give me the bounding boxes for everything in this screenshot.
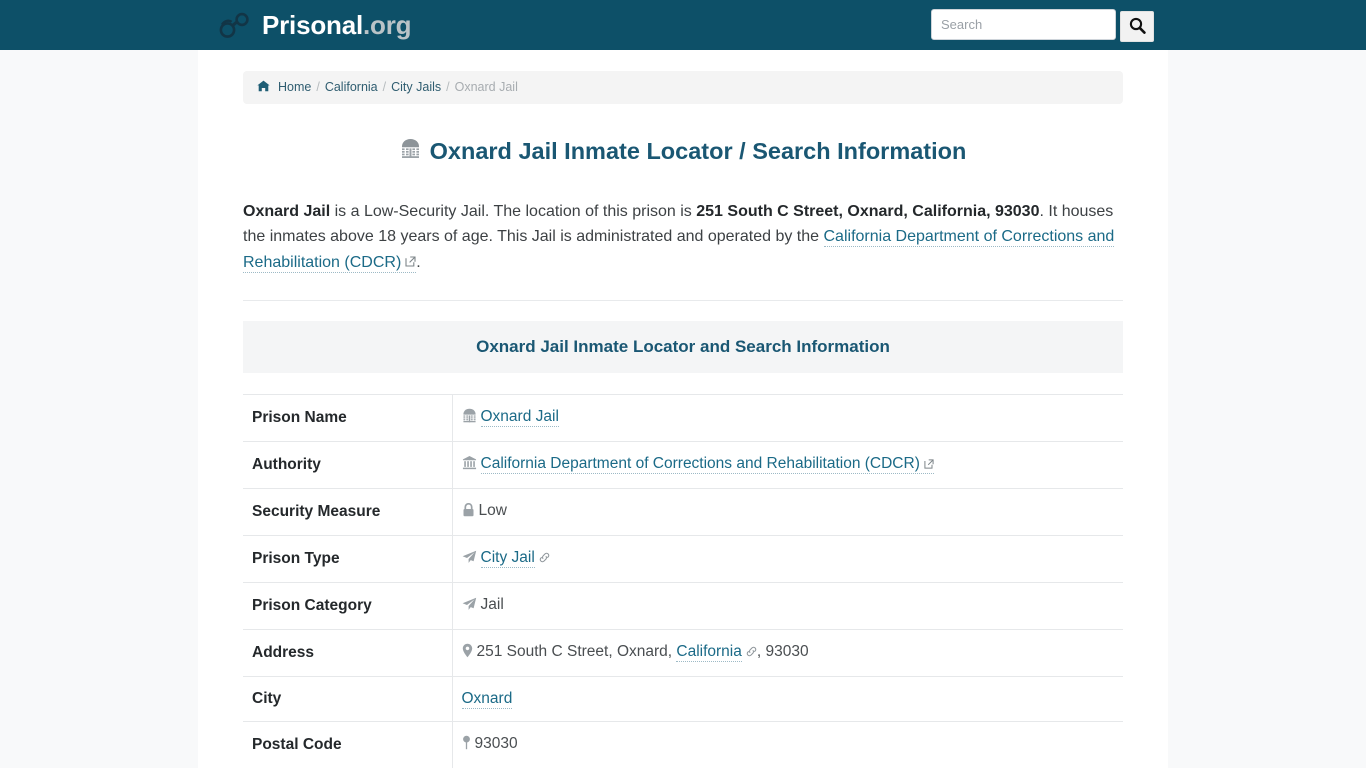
link-icon (539, 550, 550, 568)
row-value: Oxnard Jail (452, 395, 1123, 442)
table-row: Address 251 South C Street, Oxnard, Cali… (243, 629, 1123, 677)
row-value: City Jail (452, 536, 1123, 583)
paper-plane-icon (462, 597, 477, 616)
table-row: Postal Code 93030 (243, 721, 1123, 768)
city-link[interactable]: Oxnard (461, 690, 513, 710)
content-container: Home / California / City Jails / Oxnard … (198, 50, 1168, 768)
row-value: California Department of Corrections and… (452, 442, 1123, 489)
link-icon (746, 644, 757, 662)
external-link-icon (924, 456, 934, 474)
table-row: City Oxnard (243, 676, 1123, 722)
search-button[interactable] (1120, 11, 1154, 42)
authority-link-text: California Department of Corrections and… (480, 455, 920, 473)
search-icon (1129, 17, 1146, 37)
institution-icon (462, 455, 477, 475)
prison-type-link[interactable]: City Jail (480, 549, 535, 569)
intro-address: 251 South C Street, Oxnard, California, … (696, 202, 1040, 220)
breadcrumb-separator: / (316, 80, 320, 94)
row-label: Security Measure (243, 488, 453, 536)
row-label: Postal Code (243, 721, 453, 768)
address-suffix: , 93030 (756, 643, 809, 661)
breadcrumb-item-california[interactable]: California (325, 81, 378, 94)
map-pin-icon (462, 735, 471, 755)
breadcrumb: Home / California / City Jails / Oxnard … (243, 71, 1123, 104)
external-link-icon (405, 250, 416, 276)
prison-arch-icon (400, 137, 421, 165)
prison-arch-icon (462, 408, 477, 428)
table-row: Prison Type City Jail (243, 535, 1123, 583)
row-value: Low (452, 489, 1123, 536)
breadcrumb-separator: / (446, 80, 450, 94)
table-row: Authority California Department of Corre… (243, 441, 1123, 489)
intro-text-5: . (416, 253, 421, 271)
brand-name: Prisonal (262, 10, 363, 40)
row-label: Prison Name (243, 394, 453, 442)
search-form (931, 9, 1154, 42)
paper-plane-icon (462, 550, 477, 569)
address-state-link[interactable]: California (676, 643, 742, 663)
security-measure-value: Low (478, 502, 507, 520)
page-background: Home / California / City Jails / Oxnard … (0, 50, 1366, 768)
row-label: Authority (243, 441, 453, 489)
address-prefix: 251 South C Street, Oxnard, (476, 643, 677, 661)
row-label: Address (243, 629, 453, 677)
lock-icon (462, 503, 475, 522)
row-label: Prison Type (243, 535, 453, 583)
prison-info-table: Prison Name Oxnard Jail Authority Califo… (243, 394, 1123, 768)
row-value: 93030 (452, 722, 1123, 768)
page-title: Oxnard Jail Inmate Locator / Search Info… (243, 137, 1123, 165)
intro-text-2: is a Low-Security Jail. The location of … (330, 202, 697, 220)
brand-tld: .org (363, 10, 412, 40)
search-input[interactable] (931, 9, 1116, 40)
breadcrumb-item-current: Oxnard Jail (454, 80, 518, 94)
page-title-text: Oxnard Jail Inmate Locator / Search Info… (429, 137, 967, 164)
row-value: Oxnard (452, 677, 1123, 722)
content-inner: Home / California / City Jails / Oxnard … (243, 50, 1123, 768)
row-value: 251 South C Street, Oxnard, California , … (452, 630, 1123, 677)
intro-paragraph: Oxnard Jail is a Low-Security Jail. The … (243, 199, 1123, 276)
prison-category-value: Jail (480, 596, 504, 614)
handcuffs-icon (218, 10, 252, 40)
table-row: Security Measure Low (243, 488, 1123, 536)
site-brand-link[interactable]: Prisonal.org (218, 10, 412, 40)
brand-text: Prisonal.org (262, 10, 412, 40)
breadcrumb-item-home[interactable]: Home (278, 81, 311, 94)
row-label: Prison Category (243, 582, 453, 630)
row-value: Jail (452, 583, 1123, 630)
home-icon (257, 80, 270, 95)
panel-heading: Oxnard Jail Inmate Locator and Search In… (243, 321, 1123, 374)
prison-name-link[interactable]: Oxnard Jail (480, 408, 559, 428)
map-marker-icon (462, 643, 473, 663)
breadcrumb-item-city-jails[interactable]: City Jails (391, 81, 441, 94)
breadcrumb-separator: / (382, 80, 387, 94)
postal-code-value: 93030 (474, 735, 518, 753)
top-navbar: Prisonal.org (0, 0, 1366, 50)
section-divider (243, 300, 1123, 302)
intro-prison-name: Oxnard Jail (243, 202, 331, 220)
row-label: City (243, 676, 453, 722)
authority-link[interactable]: California Department of Corrections and… (480, 455, 934, 475)
table-row: Prison Name Oxnard Jail (243, 394, 1123, 442)
table-row: Prison Category Jail (243, 582, 1123, 630)
